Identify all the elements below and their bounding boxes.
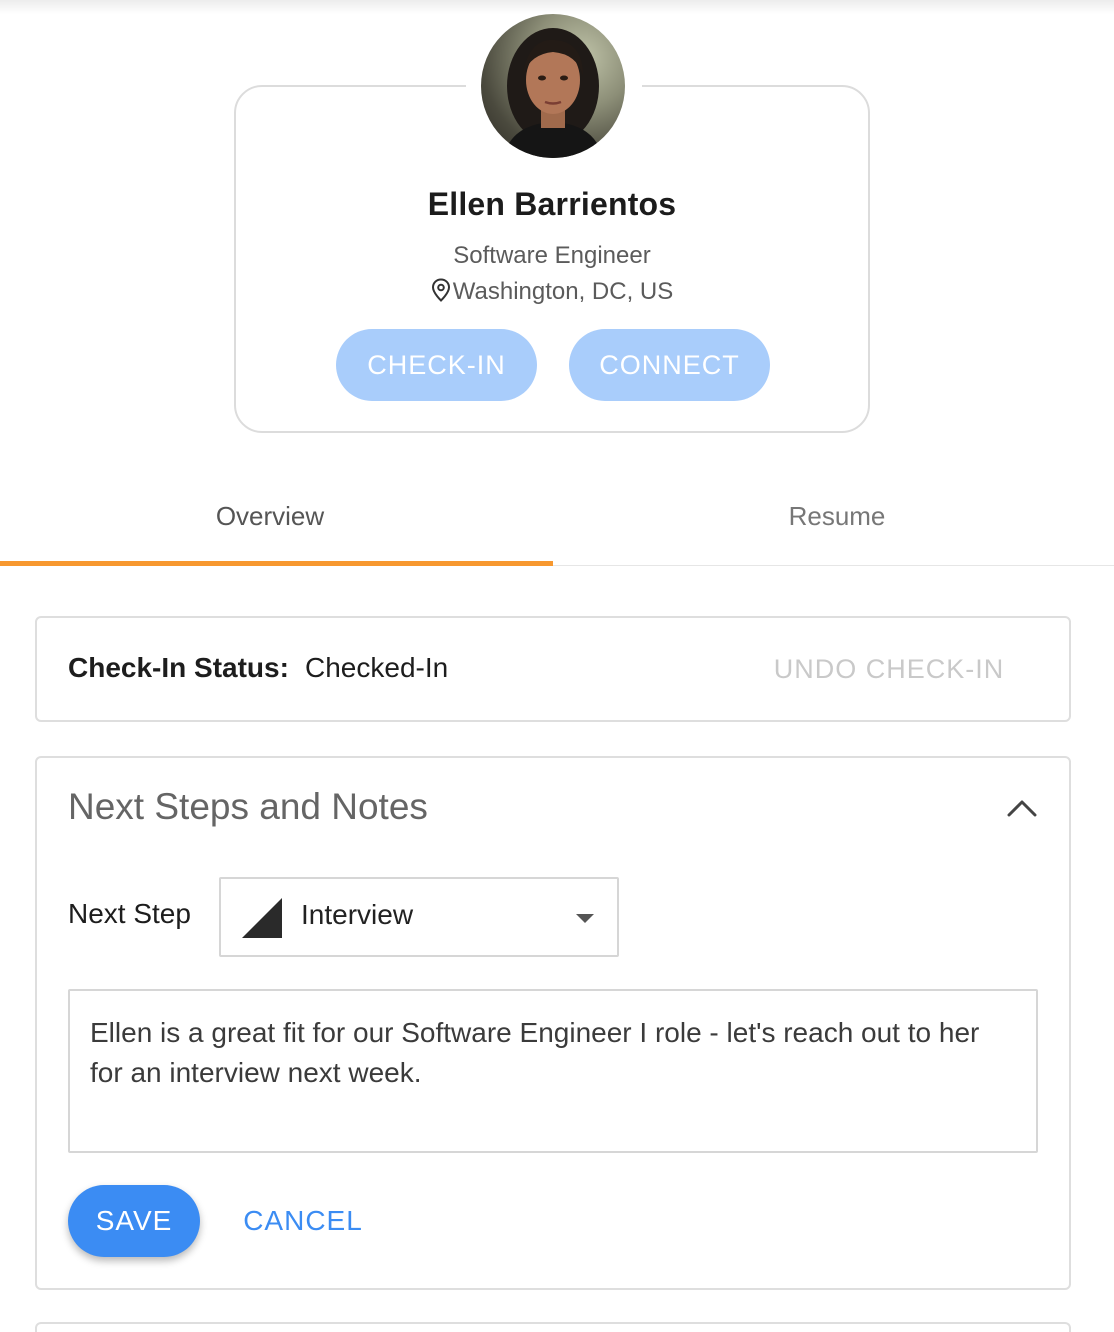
next-card-edge: [35, 1322, 1071, 1332]
candidate-location: Washington, DC, US: [234, 278, 870, 309]
tab-overview[interactable]: Overview: [0, 470, 540, 562]
caret-down-icon: [576, 911, 594, 929]
cancel-button[interactable]: CANCEL: [236, 1196, 370, 1246]
save-button[interactable]: SAVE: [68, 1185, 200, 1257]
avatar: [481, 14, 625, 158]
candidate-title: Software Engineer: [453, 242, 651, 269]
undo-check-in-button[interactable]: UNDO CHECK-IN: [756, 644, 1022, 694]
avatar-photo: [503, 28, 603, 158]
location-text: Washington, DC, US: [452, 278, 674, 305]
header-shadow: [0, 0, 1114, 14]
next-step-label: Next Step: [68, 898, 191, 929]
candidate-name: Ellen Barrientos: [427, 186, 677, 222]
stage-triangle-icon: [241, 897, 283, 944]
tab-resume[interactable]: Resume: [560, 470, 1114, 562]
active-tab-indicator: [0, 561, 553, 566]
chevron-up-icon[interactable]: [1005, 793, 1039, 823]
notes-textarea[interactable]: Ellen is a great fit for our Software En…: [68, 989, 1038, 1153]
next-step-value: Interview: [301, 899, 414, 930]
location-pin-icon: [431, 278, 451, 309]
check-in-status-value: Checked-In: [305, 652, 449, 683]
connect-button[interactable]: CONNECT: [569, 329, 770, 401]
next-steps-heading: Next Steps and Notes: [68, 786, 428, 827]
profile-tabs: Overview Resume: [0, 470, 1114, 567]
check-in-button[interactable]: CHECK-IN: [336, 329, 537, 401]
check-in-status-label: Check-In Status:: [68, 652, 289, 683]
